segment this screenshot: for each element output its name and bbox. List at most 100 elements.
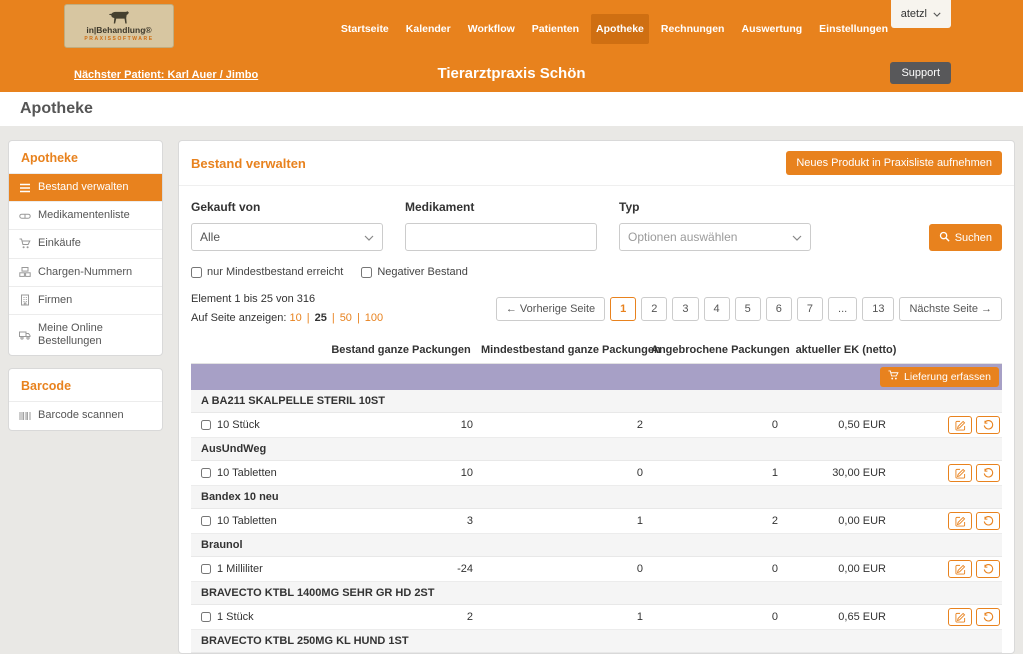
edit-button[interactable] [948,416,972,435]
chevron-down-icon [364,230,374,244]
barcode-icon [19,410,31,422]
nav-item-auswertung[interactable]: Auswertung [736,14,807,44]
sidebar-item-meine-online-bestellungen[interactable]: Meine Online Bestellungen [9,313,162,355]
nav-item-workflow[interactable]: Workflow [463,14,520,44]
angebrochen-value: 0 [771,563,778,576]
page-button-3[interactable]: 3 [672,296,699,321]
bestand-value: -24 [457,563,473,576]
sidebar-section-title: Apotheke [21,151,78,165]
checkbox-label: Negativer Bestand [377,266,468,278]
mindestbestand-checkbox[interactable] [191,266,202,278]
edit-button[interactable] [948,608,972,627]
sidebar-item-label: Einkäufe [38,237,81,250]
building-icon [19,294,31,306]
element-count: Element 1 bis 25 von 316 [191,293,316,305]
per-page-label: Auf Seite anzeigen: [191,311,287,324]
table-body: A BA211 SKALPELLE STERIL 10ST 10 Stück 10 2… [191,390,1002,654]
page-button-7[interactable]: 7 [796,296,824,321]
per-page-option-100[interactable]: 100 [365,309,383,328]
row-checkbox[interactable] [201,468,211,479]
typ-select[interactable]: Optionen auswählen [619,223,811,251]
column-header-bestand: Bestand ganze Packungen [331,344,471,357]
page-button-2[interactable]: 2 [641,296,668,321]
sidebar-item-label: Chargen-Nummern [38,265,133,278]
panel-title: Bestand verwalten [191,155,306,171]
gekauft-von-select[interactable]: Alle [191,223,383,251]
negativer-bestand-checkbox[interactable] [361,266,373,278]
table-row: 1 Stück 2 1 0 0,65 EUR [191,605,1002,631]
cart-icon [19,238,31,250]
main-panel: Bestand verwalten Neues Produkt in Praxi… [178,140,1015,654]
per-page-option-50[interactable]: 50 [340,309,352,328]
pagination-info: Element 1 bis 25 von 316 Auf Seite anzei… [191,290,383,327]
ek-value: 0,00 EUR [838,515,886,528]
mindestbestand-filter[interactable]: nur Mindestbestand erreicht [191,266,343,278]
chevron-down-icon [933,8,941,20]
row-checkbox[interactable] [201,516,211,527]
search-button[interactable]: Suchen [928,224,1002,251]
sidebar-item-firmen[interactable]: Firmen [9,285,162,314]
sidebar-item-barcode-scannen[interactable]: Barcode scannen [9,401,162,429]
sidebar-item-einkäufe[interactable]: Einkäufe [9,229,162,257]
sidebar-item-bestand-verwalten[interactable]: Bestand verwalten [9,173,162,202]
angebrochen-value: 0 [771,611,778,624]
chevron-down-icon [792,230,802,244]
sidebar-item-label: Firmen [38,293,73,306]
history-button[interactable] [976,560,1000,579]
row-actions [906,560,1002,579]
edit-button[interactable] [948,512,972,531]
user-menu[interactable]: atetzl [890,0,951,28]
ek-value: 0,00 EUR [838,563,886,576]
nav-item-einstellungen[interactable]: Einstellungen [814,14,893,44]
top-header: in|Behandlung® PRAXISSOFTWARE Startseite… [0,0,1023,92]
app-logo[interactable]: in|Behandlung® PRAXISSOFTWARE [64,4,174,48]
edit-button[interactable] [948,560,972,579]
row-checkbox[interactable] [201,564,211,575]
page-button-5[interactable]: 5 [734,296,761,321]
per-page-option-10[interactable]: 10 [289,309,301,328]
history-button[interactable] [976,416,1000,435]
product-group-header: Bandex 10 neu [191,486,1002,510]
delivery-button[interactable]: Lieferung erfassen [880,367,999,388]
support-button[interactable]: Support [890,62,951,84]
prev-page-button[interactable]: ← Vorherige Seite [495,296,606,321]
sidebar-item-label: Bestand verwalten [38,181,129,193]
sidebar-section-title: Barcode [21,379,72,394]
unit-cell: 10 Tabletten [191,515,321,527]
per-page-options: 10 | 25 | 50 | 100 [289,309,383,328]
edit-button[interactable] [948,464,972,483]
next-patient-link[interactable]: Nächster Patient: Karl Auer / Jimbo [74,69,258,81]
medikament-input[interactable] [405,223,597,251]
new-product-button[interactable]: Neues Produkt in Praxisliste aufnehmen [786,151,1002,175]
per-page-separator: | [356,311,360,324]
logo-title: in|Behandlung® [86,25,152,36]
page-button-1[interactable]: 1 [610,296,637,321]
column-header-mindestbestand: Mindestbestand ganze Packungen [481,344,661,357]
filter-gekauft-von: Gekauft von Alle [191,200,383,251]
list-icon [19,182,31,194]
nav-item-rechnungen[interactable]: Rechnungen [656,14,730,44]
row-checkbox[interactable] [201,420,211,431]
sidebar-item-chargen-nummern[interactable]: Chargen-Nummern [9,257,162,286]
nav-item-apotheke[interactable]: Apotheke [591,14,649,44]
next-page-button[interactable]: Nächste Seite → [899,296,1002,321]
nav-item-kalender[interactable]: Kalender [401,14,456,44]
sidebar-item-medikamentenliste[interactable]: Medikamentenliste [9,201,162,229]
row-checkbox[interactable] [201,612,211,623]
per-page-option-25[interactable]: 25 [315,309,327,328]
bestand-value: 10 [460,419,473,432]
history-button[interactable] [976,512,1000,531]
nav-item-startseite[interactable]: Startseite [336,14,394,44]
unit-cell: 1 Milliliter [191,563,321,575]
page-button-6[interactable]: 6 [765,296,792,321]
nav-item-patienten[interactable]: Patienten [527,14,584,44]
history-button[interactable] [976,608,1000,627]
search-button-label: Suchen [954,231,992,244]
typ-label: Typ [619,200,640,214]
page-button-4[interactable]: 4 [703,296,730,321]
page-button-13[interactable]: 13 [862,296,895,321]
history-button[interactable] [976,464,1000,483]
table-row: 10 Stück 10 2 0 0,50 EUR [191,413,1002,439]
username: atetzl [900,8,927,20]
negativer-bestand-filter[interactable]: Negativer Bestand [361,266,468,278]
